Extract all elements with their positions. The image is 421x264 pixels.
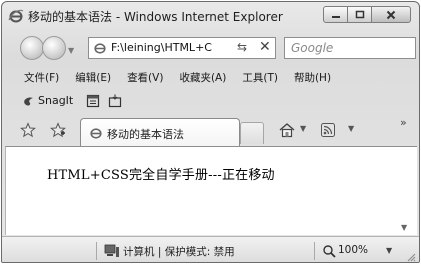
browser-window: 移动的基本语法 - Windows Internet Explorer ▼ F:… xyxy=(1,1,420,263)
title-bar[interactable]: 移动的基本语法 - Windows Internet Explorer xyxy=(2,2,419,32)
new-tab-button[interactable] xyxy=(240,122,264,144)
menu-view[interactable]: 查看(V) xyxy=(127,70,163,85)
forward-button[interactable] xyxy=(42,36,66,60)
page-icon xyxy=(94,43,106,54)
menu-file[interactable]: 文件(F) xyxy=(24,70,59,85)
status-bar: 计算机 | 保护模式: 禁用 100% ▼ xyxy=(2,236,419,262)
computer-icon xyxy=(104,244,119,257)
menu-edit[interactable]: 编辑(E) xyxy=(75,70,111,85)
address-bar[interactable]: F:\leining\HTML+C ⇆ ✕ xyxy=(88,37,276,59)
minimize-icon xyxy=(331,15,340,18)
menu-favorites[interactable]: 收藏夹(A) xyxy=(179,70,226,85)
zoom-dropdown-icon[interactable]: ▼ xyxy=(386,246,392,255)
menu-help[interactable]: 帮助(H) xyxy=(294,70,331,85)
page-heading: HTML+CSS完全自学手册---正在移动 xyxy=(47,168,275,183)
home-dropdown-icon[interactable]: ▼ xyxy=(300,124,306,133)
zoom-level[interactable]: 100% xyxy=(338,244,368,256)
tab-label: 移动的基本语法 xyxy=(107,128,184,141)
snagit-icon xyxy=(24,97,33,106)
page-icon xyxy=(90,128,102,139)
back-button[interactable] xyxy=(20,36,44,60)
maximize-button[interactable] xyxy=(347,6,372,23)
home-icon[interactable] xyxy=(278,122,296,138)
chevron-more-icon[interactable]: » xyxy=(400,116,407,129)
tab-bar: 移动的基本语法 ▼ ▼ » xyxy=(2,114,419,147)
ie-logo-icon xyxy=(8,9,24,23)
recent-pages-dropdown-icon[interactable]: ▼ xyxy=(68,46,74,55)
tab-active[interactable]: 移动的基本语法 xyxy=(80,118,240,147)
feeds-icon[interactable] xyxy=(320,122,336,138)
page-content: HTML+CSS完全自学手册---正在移动 ▼ xyxy=(5,146,417,235)
maximize-icon xyxy=(355,10,364,19)
navigation-bar: ▼ F:\leining\HTML+C ⇆ ✕ Google xyxy=(2,32,419,64)
close-button[interactable] xyxy=(371,6,411,23)
refresh-icon[interactable]: ⇆ xyxy=(237,40,247,54)
window-controls xyxy=(323,6,411,23)
capture-window-icon[interactable] xyxy=(86,94,100,108)
zoom-icon xyxy=(323,245,336,258)
scroll-down-icon[interactable]: ▼ xyxy=(401,223,407,232)
close-icon xyxy=(386,10,396,19)
snagit-button[interactable]: SnagIt xyxy=(38,94,73,107)
feeds-dropdown-icon[interactable]: ▼ xyxy=(348,124,354,133)
address-input[interactable]: F:\leining\HTML+C xyxy=(111,41,229,54)
stop-icon[interactable]: ✕ xyxy=(259,39,271,55)
snagit-toolbar: SnagIt xyxy=(2,90,419,112)
security-zone-status[interactable]: 计算机 | 保护模式: 禁用 xyxy=(123,244,235,259)
minimize-button[interactable] xyxy=(323,6,348,23)
add-favorite-icon[interactable] xyxy=(50,122,66,138)
resize-grip-icon[interactable] xyxy=(406,252,416,262)
status-divider xyxy=(314,242,315,260)
menu-tools[interactable]: 工具(T) xyxy=(242,70,278,85)
status-divider xyxy=(96,242,97,260)
star-icon[interactable] xyxy=(20,122,36,138)
search-box[interactable]: Google xyxy=(284,37,416,59)
search-input[interactable]: Google xyxy=(291,41,333,55)
window-title: 移动的基本语法 - Windows Internet Explorer xyxy=(28,10,283,24)
capture-page-icon[interactable] xyxy=(108,94,122,108)
menu-bar: 文件(F) 编辑(E) 查看(V) 收藏夹(A) 工具(T) 帮助(H) xyxy=(2,66,419,88)
